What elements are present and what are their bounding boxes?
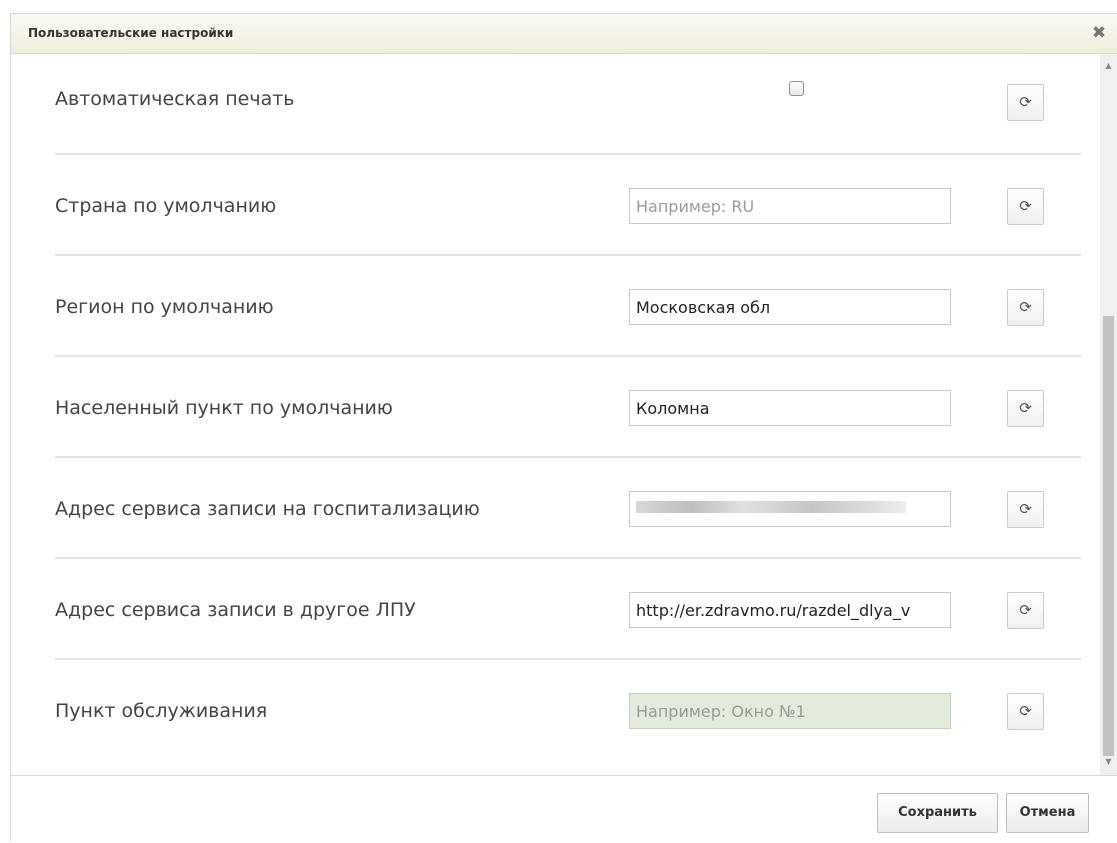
reset-icon[interactable]: ⟳: [1007, 289, 1044, 326]
setting-row-other-lpu-service: Адрес сервиса записи в другое ЛПУ ⟳: [55, 559, 1081, 660]
setting-label: Автоматическая печать: [55, 88, 295, 110]
scroll-thumb[interactable]: [1103, 316, 1114, 756]
setting-row-hospitalization-service: Адрес сервиса записи на госпитализацию ⟳: [55, 458, 1081, 559]
setting-row-default-country: Страна по умолчанию ⟳: [55, 155, 1081, 256]
setting-row-default-locality: Населенный пункт по умолчанию ⟳: [55, 357, 1081, 458]
dialog-titlebar[interactable]: Пользовательские настройки ✖: [11, 14, 1117, 54]
setting-label: Страна по умолчанию: [55, 195, 277, 217]
reset-icon[interactable]: ⟳: [1007, 592, 1044, 629]
reset-icon[interactable]: ⟳: [1007, 693, 1044, 730]
setting-label: Пункт обслуживания: [55, 700, 268, 722]
service-point-input[interactable]: [629, 693, 951, 729]
auto-print-checkbox[interactable]: [789, 81, 804, 96]
scroll-up-icon[interactable]: ▲: [1100, 58, 1117, 74]
setting-row-default-region: Регион по умолчанию ⟳: [55, 256, 1081, 357]
setting-label: Регион по умолчанию: [55, 296, 274, 318]
reset-icon[interactable]: ⟳: [1007, 84, 1044, 121]
default-region-input[interactable]: [629, 289, 951, 325]
reset-icon[interactable]: ⟳: [1007, 491, 1044, 528]
setting-row-auto-print: Автоматическая печать ⟳: [55, 54, 1081, 155]
default-country-input[interactable]: [629, 188, 951, 224]
blurred-value: [636, 501, 906, 513]
reset-icon[interactable]: ⟳: [1007, 188, 1044, 225]
reset-icon[interactable]: ⟳: [1007, 390, 1044, 427]
default-locality-input[interactable]: [629, 390, 951, 426]
save-button[interactable]: Сохранить: [877, 793, 998, 833]
user-settings-dialog: Пользовательские настройки ✖ Автоматичес…: [10, 13, 1117, 843]
setting-row-service-point: Пункт обслуживания ⟳: [55, 660, 1081, 761]
settings-content: Автоматическая печать ⟳ Страна по умолча…: [11, 54, 1117, 775]
scroll-down-icon[interactable]: ▼: [1100, 754, 1117, 770]
setting-label: Адрес сервиса записи на госпитализацию: [55, 498, 480, 520]
hospitalization-service-input[interactable]: [629, 491, 951, 527]
close-icon[interactable]: ✖: [1091, 24, 1107, 42]
other-lpu-service-input[interactable]: [629, 592, 951, 628]
cancel-button[interactable]: Отмена: [1006, 793, 1089, 833]
dialog-title: Пользовательские настройки: [28, 26, 234, 40]
vertical-scrollbar[interactable]: ▲ ▼: [1100, 54, 1117, 775]
setting-label: Адрес сервиса записи в другое ЛПУ: [55, 599, 416, 621]
dialog-footer: Сохранить Отмена: [11, 775, 1117, 843]
setting-label: Населенный пункт по умолчанию: [55, 397, 393, 419]
